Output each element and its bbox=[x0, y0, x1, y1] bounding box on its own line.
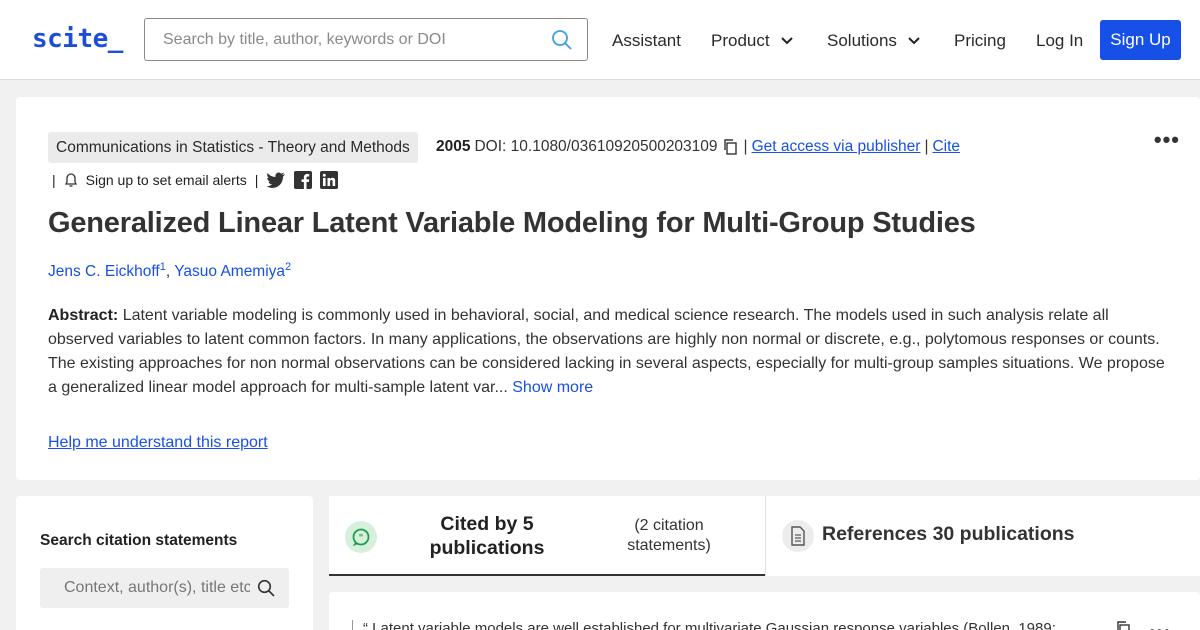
abstract: Abstract: Latent variable modeling is co… bbox=[48, 304, 1172, 400]
citation-tabs: " Cited by 5 publications (2 citation st… bbox=[329, 496, 1200, 576]
publication-year: 2005 bbox=[436, 138, 471, 155]
abstract-text: Latent variable modeling is commonly use… bbox=[48, 307, 1165, 396]
author-name: Jens C. Eickhoff bbox=[48, 263, 160, 281]
doi-text: DOI: 10.1080/03610920500203109 bbox=[474, 138, 718, 155]
cite-link[interactable]: Cite bbox=[932, 138, 960, 156]
more-options-icon[interactable]: ••• bbox=[1149, 622, 1171, 630]
search-icon[interactable] bbox=[257, 579, 275, 602]
signup-button[interactable]: Sign Up bbox=[1100, 20, 1181, 60]
copy-icon[interactable] bbox=[1115, 620, 1133, 630]
nav-assistant[interactable]: Assistant bbox=[612, 31, 681, 51]
separator: | bbox=[743, 138, 748, 155]
main-search[interactable] bbox=[144, 18, 588, 61]
alert-share-row: | Sign up to set email alerts | bbox=[52, 171, 339, 189]
references-label: References 30 publications bbox=[822, 523, 1075, 545]
chevron-down-icon bbox=[780, 37, 793, 45]
speech-bubble-icon: " bbox=[345, 521, 377, 553]
paper-meta-line: 2005 DOI: 10.1080/03610920500203109 | Ge… bbox=[436, 138, 960, 156]
top-navigation-bar: scite_ Assistant Product Solutions Prici… bbox=[0, 0, 1200, 80]
chevron-down-icon bbox=[908, 37, 920, 45]
nav-pricing-label: Pricing bbox=[954, 31, 1006, 50]
citation-search-heading: Search citation statements bbox=[40, 532, 238, 549]
show-more-link[interactable]: Show more bbox=[512, 379, 593, 396]
author-list: Jens C. Eickhoff1, Yasuo Amemiya2 bbox=[48, 261, 291, 281]
quote-bar bbox=[352, 620, 353, 630]
search-input[interactable] bbox=[145, 19, 535, 60]
help-understand-link[interactable]: Help me understand this report bbox=[48, 434, 268, 452]
citation-search-input[interactable] bbox=[40, 568, 250, 608]
nav-product-label: Product bbox=[711, 31, 770, 50]
nav-pricing[interactable]: Pricing bbox=[954, 31, 1006, 51]
nav-solutions-label: Solutions bbox=[827, 31, 897, 50]
svg-text:": " bbox=[359, 534, 364, 544]
tab-cited-by[interactable]: " Cited by 5 publications (2 citation st… bbox=[329, 496, 765, 576]
paper-title: Generalized Linear Latent Variable Model… bbox=[48, 207, 976, 239]
author-name: Yasuo Amemiya bbox=[174, 263, 286, 281]
nav-assistant-label: Assistant bbox=[612, 31, 681, 50]
author-affiliation-number: 2 bbox=[285, 261, 292, 273]
separator: | bbox=[924, 138, 929, 155]
search-icon[interactable] bbox=[551, 29, 573, 56]
citation-search-panel: Search citation statements bbox=[16, 496, 313, 630]
more-options-icon[interactable]: ••• bbox=[1154, 127, 1180, 153]
nav-login[interactable]: Log In bbox=[1036, 31, 1083, 51]
separator: | bbox=[52, 172, 56, 188]
nav-login-label: Log In bbox=[1036, 31, 1084, 50]
linkedin-icon[interactable] bbox=[320, 171, 339, 189]
paper-card: Communications in Statistics - Theory an… bbox=[16, 97, 1200, 480]
journal-badge[interactable]: Communications in Statistics - Theory an… bbox=[48, 132, 418, 163]
scite-logo[interactable]: scite_ bbox=[32, 24, 123, 54]
author-link[interactable]: Jens C. Eickhoff1 bbox=[48, 261, 166, 281]
facebook-icon[interactable] bbox=[294, 171, 313, 189]
copy-icon[interactable] bbox=[722, 138, 740, 156]
author-link[interactable]: Yasuo Amemiya2 bbox=[174, 261, 292, 281]
get-access-link[interactable]: Get access via publisher bbox=[752, 138, 921, 156]
cited-by-label: Cited by 5 publications bbox=[429, 513, 545, 559]
email-alert-link[interactable]: Sign up to set email alerts bbox=[86, 172, 247, 188]
twitter-icon[interactable] bbox=[266, 171, 286, 189]
citation-snippet: Latent variable models are well establis… bbox=[372, 620, 1056, 630]
bell-icon[interactable] bbox=[64, 172, 78, 188]
separator: | bbox=[254, 172, 259, 188]
author-separator: , bbox=[165, 263, 175, 281]
nav-solutions[interactable]: Solutions bbox=[827, 31, 925, 51]
document-icon bbox=[782, 520, 814, 552]
citation-statement-text: “ Latent variable models are well establ… bbox=[363, 620, 1056, 630]
nav-product[interactable]: Product bbox=[711, 31, 798, 51]
abstract-label: Abstract: bbox=[48, 307, 119, 324]
tab-references[interactable]: References 30 publications bbox=[765, 496, 1200, 576]
citation-statement-card: “ Latent variable models are well establ… bbox=[329, 592, 1200, 630]
citation-search-box[interactable] bbox=[40, 568, 289, 608]
citation-statements-count: (2 citation statements) bbox=[627, 517, 711, 554]
